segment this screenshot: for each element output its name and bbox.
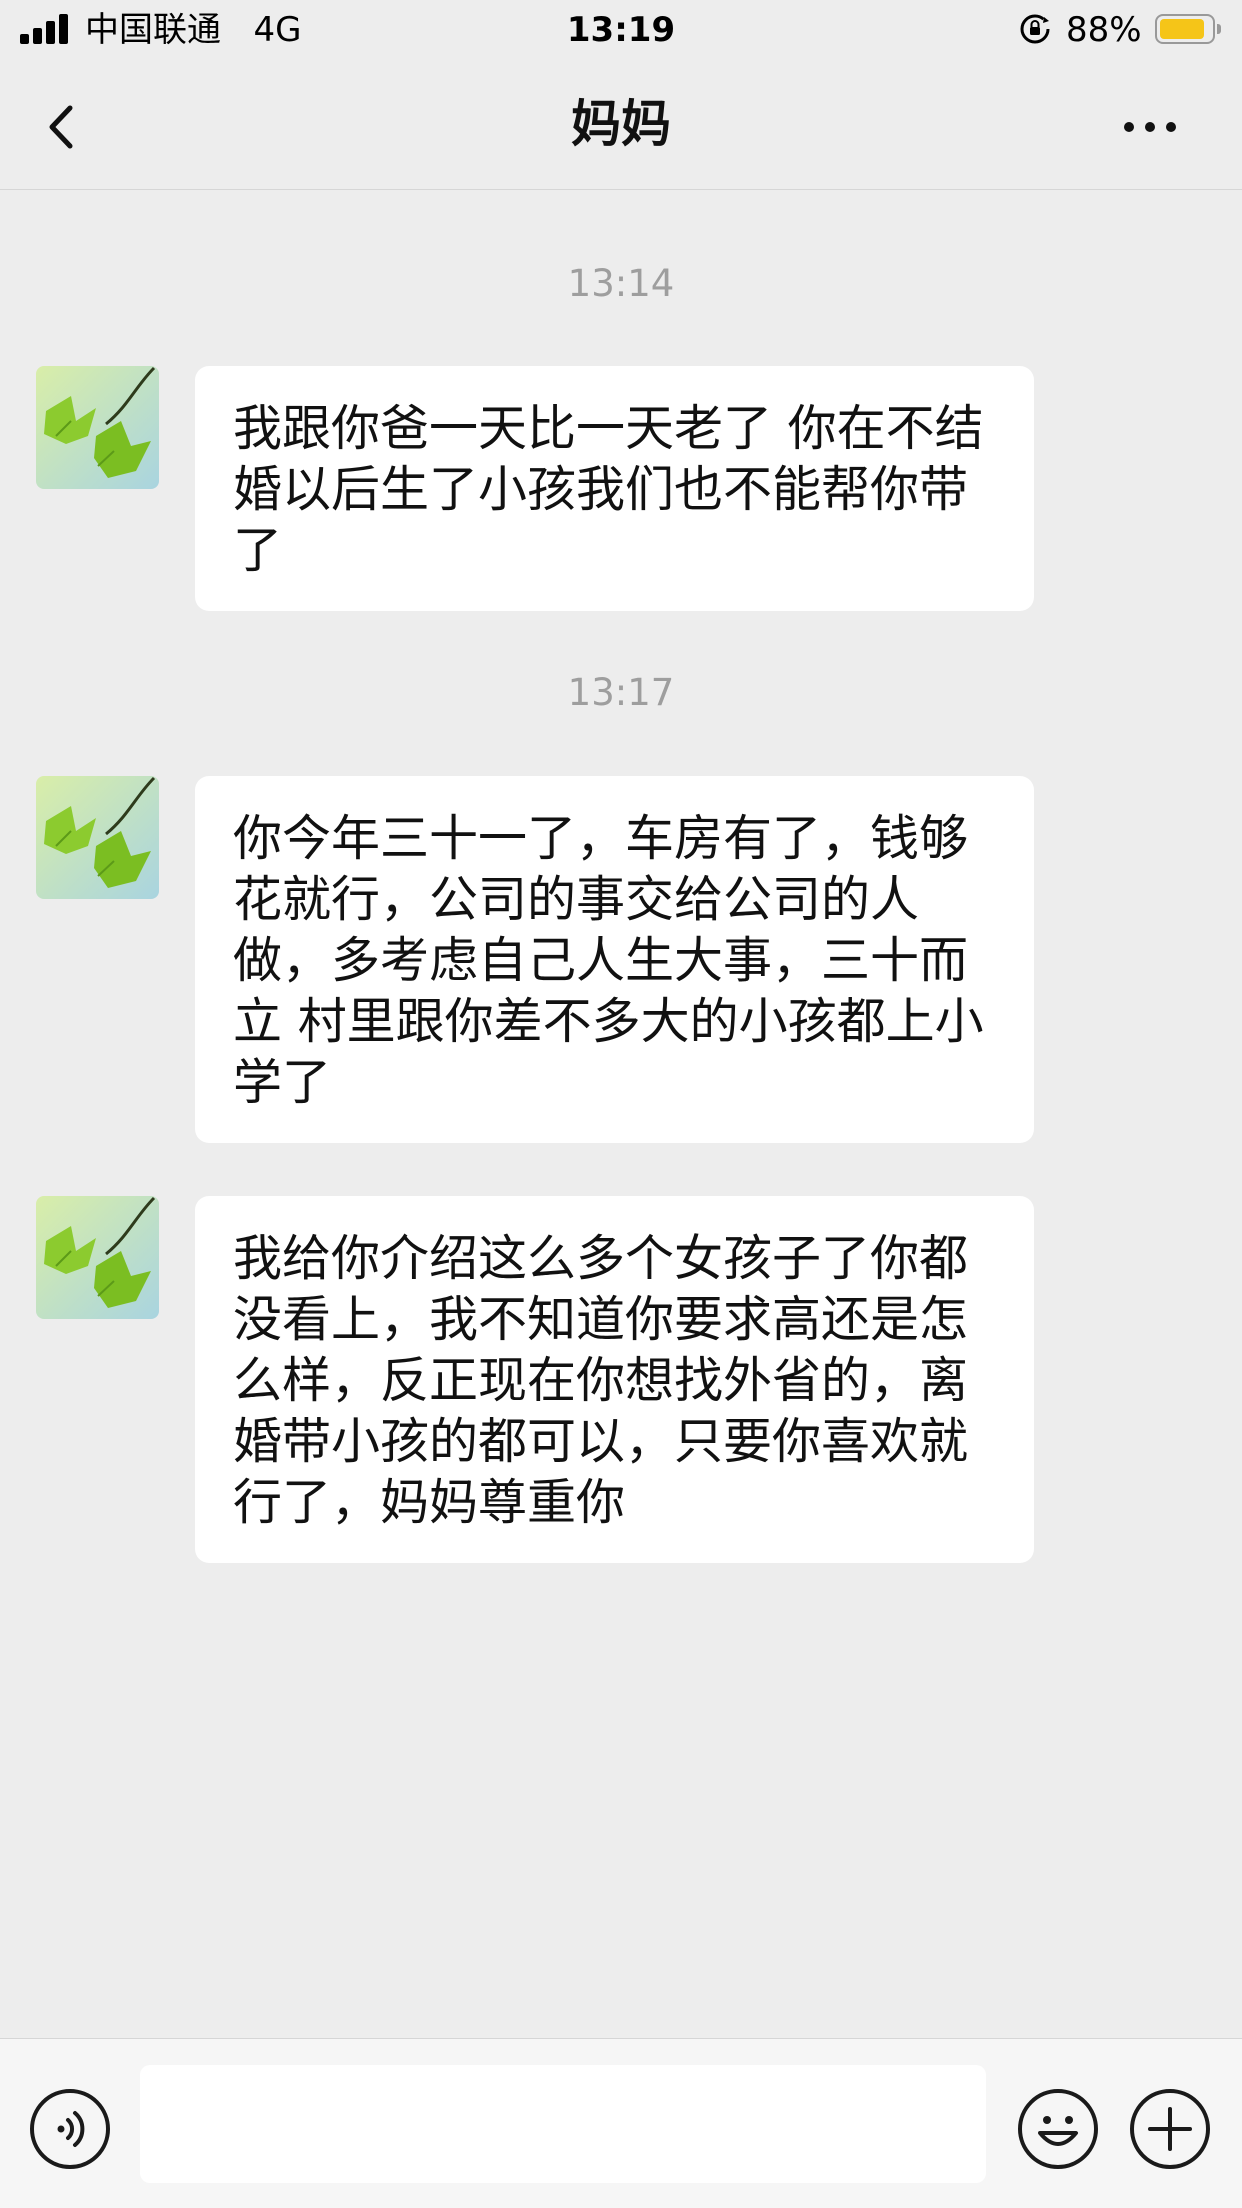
message-text: 我给你介绍这么多个女孩子了你都没看上，我不知道你要求高还是怎么样，反正现在你想找… [233, 1230, 969, 1531]
rotation-lock-icon [1020, 14, 1050, 44]
voice-icon[interactable] [28, 2087, 112, 2171]
battery-icon [1155, 14, 1221, 44]
leaf-avatar-icon [36, 366, 159, 489]
message-timestamp: 13:17 [567, 671, 675, 714]
message-text: 你今年三十一了，车房有了，钱够花就行，公司的事交给公司的人做，多考虑自己人生大事… [233, 810, 984, 1111]
battery-fill [1160, 19, 1204, 39]
emoji-icon[interactable] [1016, 2087, 1100, 2171]
contact-avatar[interactable] [36, 776, 159, 899]
message-bubble[interactable]: 你今年三十一了，车房有了，钱够花就行，公司的事交给公司的人做，多考虑自己人生大事… [195, 776, 1034, 1143]
message-bubble[interactable]: 我跟你爸一天比一天老了 你在不结婚以后生了小孩我们也不能帮你带了 [195, 366, 1034, 611]
chat-title: 妈妈 [571, 95, 671, 153]
chevron-left-icon[interactable] [30, 92, 100, 162]
input-bar [0, 2038, 1242, 2208]
contact-avatar[interactable] [36, 1196, 159, 1319]
nav-bar: 妈妈 [0, 62, 1242, 190]
leaf-avatar-icon [36, 1196, 159, 1319]
leaf-avatar-icon [36, 776, 159, 899]
message-timestamp: 13:14 [567, 262, 675, 305]
message-text: 我跟你爸一天比一天老了 你在不结婚以后生了小孩我们也不能帮你带了 [233, 400, 984, 579]
battery-percent: 88% [1066, 10, 1142, 50]
contact-avatar[interactable] [36, 366, 159, 489]
more-dots-icon[interactable] [1115, 92, 1185, 162]
status-time: 13:19 [566, 10, 676, 50]
plus-icon[interactable] [1128, 2087, 1212, 2171]
message-bubble[interactable]: 我给你介绍这么多个女孩子了你都没看上，我不知道你要求高还是怎么样，反正现在你想找… [195, 1196, 1034, 1563]
status-bar: 中国联通 4G 13:19 88% [0, 0, 1242, 62]
message-input[interactable] [140, 2065, 986, 2183]
chat-screen: 中国联通 4G 13:19 88% 妈妈 13:14 我跟你爸一天比一天老了 你… [0, 0, 1242, 2208]
